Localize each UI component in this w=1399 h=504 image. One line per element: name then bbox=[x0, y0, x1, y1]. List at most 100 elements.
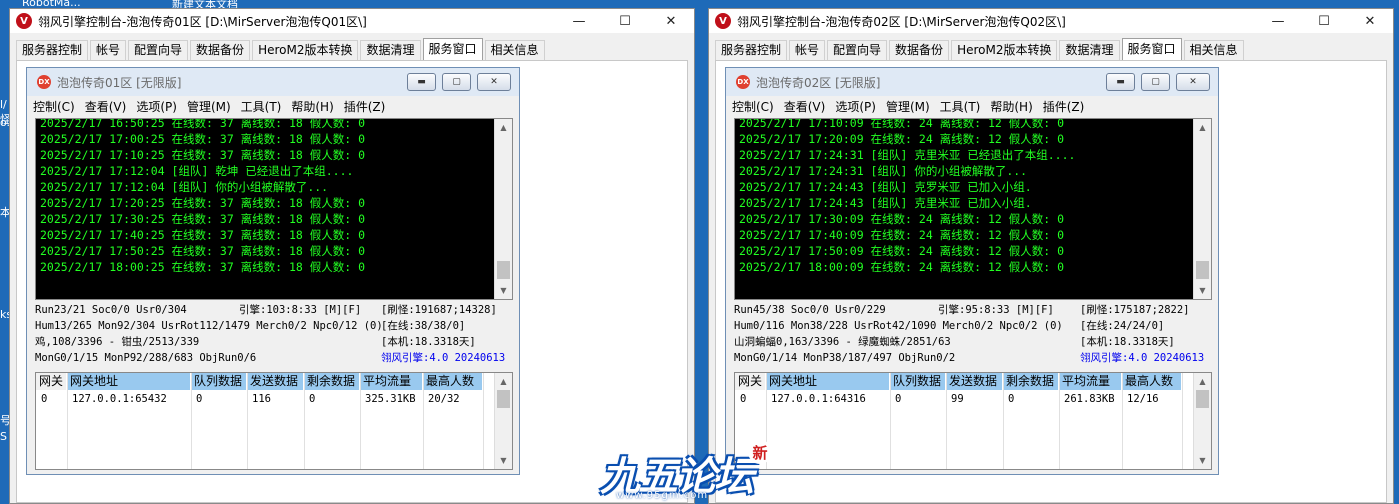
table-row[interactable]: 0 127.0.0.1:64316 0 99 0 261.83KB 12/16 bbox=[735, 391, 1182, 408]
tab-account[interactable]: 帐号 bbox=[90, 40, 127, 60]
inner-minimize-button[interactable]: ▬ bbox=[407, 73, 436, 91]
inner-close-button[interactable]: ✕ bbox=[1176, 73, 1210, 91]
scroll-thumb[interactable] bbox=[1196, 261, 1209, 279]
tab-data-cleanup[interactable]: 数据清理 bbox=[360, 40, 421, 60]
grid-header-sent[interactable]: 发送数据 bbox=[946, 373, 1003, 390]
menu-control[interactable]: 控制(C) bbox=[33, 98, 75, 115]
log-line: 2025/2/17 17:50:09 在线数: 24 离线数: 12 假人数: … bbox=[739, 244, 1065, 258]
minimize-button[interactable]: — bbox=[1255, 9, 1301, 33]
grid-header-max-users[interactable]: 最高人数 bbox=[1122, 373, 1182, 390]
tab-service-window[interactable]: 服务窗口 bbox=[422, 38, 483, 60]
log-line: 2025/2/17 17:12:04 [组队] 你的小组被解散了... bbox=[40, 180, 329, 194]
maximize-button[interactable]: ☐ bbox=[1301, 9, 1347, 33]
window-titlebar[interactable]: V 翎风引擎控制台-泡泡传奇02区 [D:\MirServer泡泡传Q02区\]… bbox=[709, 9, 1393, 33]
forum-watermark: 九五论坛 www.95gm.com 新 bbox=[600, 440, 780, 504]
status-hum: Hum0/116 Mon38/228 UsrRot42/1090 Merch0/… bbox=[734, 320, 1063, 332]
grid-scrollbar[interactable]: ▲ ▼ bbox=[494, 373, 512, 469]
grid-header-address[interactable]: 网关地址 bbox=[67, 373, 191, 390]
tab-server-control[interactable]: 服务器控制 bbox=[16, 40, 89, 60]
grid-header-queue[interactable]: 队列数据 bbox=[191, 373, 247, 390]
menu-plugins[interactable]: 插件(Z) bbox=[344, 98, 386, 115]
log-line: 2025/2/17 17:20:25 在线数: 37 离线数: 18 假人数: … bbox=[40, 196, 366, 210]
cell-queue: 0 bbox=[895, 393, 902, 405]
log-console[interactable]: 2025/2/17 17:10:09 在线数: 24 离线数: 12 假人数: … bbox=[734, 118, 1212, 300]
grid-header-remaining[interactable]: 剩余数据 bbox=[1003, 373, 1059, 390]
scroll-down-arrow-icon[interactable]: ▼ bbox=[1194, 452, 1211, 469]
grid-header-gateway[interactable]: 网关 bbox=[735, 373, 766, 390]
scroll-thumb[interactable] bbox=[497, 261, 510, 279]
scroll-thumb[interactable] bbox=[1196, 390, 1209, 408]
menu-manage[interactable]: 管理(M) bbox=[187, 98, 231, 115]
status-monster: 山洞蝙蝠0,163/3396 - 绿魔蜘蛛/2851/63 bbox=[734, 336, 951, 348]
menu-options[interactable]: 选项(P) bbox=[136, 98, 177, 115]
log-line: 2025/2/17 17:24:31 [组队] 克里米亚 已经退出了本组.... bbox=[739, 148, 1076, 162]
gateway-grid[interactable]: 网关 网关地址 队列数据 发送数据 剩余数据 平均流量 最高人数 0 127.0… bbox=[35, 372, 513, 470]
server-window-titlebar[interactable]: DX 泡泡传奇01区 [无限版] ▬ ▢ ✕ bbox=[27, 68, 519, 96]
close-button[interactable]: ✕ bbox=[648, 9, 694, 33]
tab-config-wizard[interactable]: 配置向导 bbox=[827, 40, 888, 60]
scroll-down-arrow-icon[interactable]: ▼ bbox=[1194, 282, 1211, 299]
inner-maximize-button[interactable]: ▢ bbox=[442, 73, 471, 91]
inner-minimize-button[interactable]: ▬ bbox=[1106, 73, 1135, 91]
inner-maximize-button[interactable]: ▢ bbox=[1141, 73, 1170, 91]
grid-header-max-users[interactable]: 最高人数 bbox=[423, 373, 483, 390]
minimize-button[interactable]: — bbox=[556, 9, 602, 33]
grid-scrollbar[interactable]: ▲ ▼ bbox=[1193, 373, 1211, 469]
menu-options[interactable]: 选项(P) bbox=[835, 98, 876, 115]
menu-manage[interactable]: 管理(M) bbox=[886, 98, 930, 115]
tab-account[interactable]: 帐号 bbox=[789, 40, 826, 60]
menu-tools[interactable]: 工具(T) bbox=[940, 98, 981, 115]
menu-control[interactable]: 控制(C) bbox=[732, 98, 774, 115]
grid-header-remaining[interactable]: 剩余数据 bbox=[304, 373, 360, 390]
scroll-thumb[interactable] bbox=[497, 390, 510, 408]
scroll-down-arrow-icon[interactable]: ▼ bbox=[495, 452, 512, 469]
menu-plugins[interactable]: 插件(Z) bbox=[1043, 98, 1085, 115]
tab-server-control[interactable]: 服务器控制 bbox=[715, 40, 788, 60]
menu-view[interactable]: 查看(V) bbox=[784, 98, 826, 115]
grid-header-row: 网关 网关地址 队列数据 发送数据 剩余数据 平均流量 最高人数 bbox=[36, 373, 483, 390]
window-title: 翎风引擎控制台-泡泡传奇01区 [D:\MirServer泡泡传Q01区\] bbox=[38, 14, 367, 29]
window-titlebar[interactable]: V 翎风引擎控制台-泡泡传奇01区 [D:\MirServer泡泡传Q01区\]… bbox=[10, 9, 694, 33]
log-console[interactable]: 2025/2/17 16:50:25 在线数: 37 离线数: 18 假人数: … bbox=[35, 118, 513, 300]
cell-gateway: 0 bbox=[41, 393, 48, 405]
grid-header-queue[interactable]: 队列数据 bbox=[890, 373, 946, 390]
menu-tools[interactable]: 工具(T) bbox=[241, 98, 282, 115]
grid-header-traffic[interactable]: 平均流量 bbox=[1059, 373, 1122, 390]
cell-sent: 116 bbox=[252, 393, 271, 405]
tab-herom2-convert[interactable]: HeroM2版本转换 bbox=[951, 40, 1058, 60]
close-button[interactable]: ✕ bbox=[1347, 9, 1393, 33]
menu-help[interactable]: 帮助(H) bbox=[990, 98, 1032, 115]
dx-logo-icon: DX bbox=[736, 75, 750, 89]
grid-header-sent[interactable]: 发送数据 bbox=[247, 373, 304, 390]
console-window-01: V 翎风引擎控制台-泡泡传奇01区 [D:\MirServer泡泡传Q01区\]… bbox=[9, 8, 695, 504]
scroll-down-arrow-icon[interactable]: ▼ bbox=[495, 282, 512, 299]
log-line: 2025/2/17 16:50:25 在线数: 37 离线数: 18 假人数: … bbox=[40, 118, 366, 130]
grid-header-gateway[interactable]: 网关 bbox=[36, 373, 67, 390]
server-window-titlebar[interactable]: DX 泡泡传奇02区 [无限版] ▬ ▢ ✕ bbox=[726, 68, 1218, 96]
maximize-button[interactable]: ☐ bbox=[602, 9, 648, 33]
scroll-up-arrow-icon[interactable]: ▲ bbox=[495, 373, 512, 390]
menu-view[interactable]: 查看(V) bbox=[85, 98, 127, 115]
table-row[interactable]: 0 127.0.0.1:65432 0 116 0 325.31KB 20/32 bbox=[36, 391, 483, 408]
menu-help[interactable]: 帮助(H) bbox=[291, 98, 333, 115]
tab-service-window[interactable]: 服务窗口 bbox=[1121, 38, 1182, 60]
grid-header-traffic[interactable]: 平均流量 bbox=[360, 373, 423, 390]
log-scrollbar[interactable]: ▲ ▼ bbox=[494, 119, 512, 299]
grid-header-address[interactable]: 网关地址 bbox=[766, 373, 890, 390]
tab-strip: 服务器控制 帐号 配置向导 数据备份 HeroM2版本转换 数据清理 服务窗口 … bbox=[715, 38, 1246, 60]
tab-about[interactable]: 相关信息 bbox=[1183, 40, 1244, 60]
scroll-up-arrow-icon[interactable]: ▲ bbox=[1194, 373, 1211, 390]
scroll-up-arrow-icon[interactable]: ▲ bbox=[1194, 119, 1211, 136]
status-mong: MonG0/1/14 MonP38/187/497 ObjRun0/2 bbox=[734, 352, 956, 364]
cell-sent: 99 bbox=[951, 393, 964, 405]
tab-herom2-convert[interactable]: HeroM2版本转换 bbox=[252, 40, 359, 60]
tab-about[interactable]: 相关信息 bbox=[484, 40, 545, 60]
tab-data-backup[interactable]: 数据备份 bbox=[190, 40, 251, 60]
tab-data-cleanup[interactable]: 数据清理 bbox=[1059, 40, 1120, 60]
tab-data-backup[interactable]: 数据备份 bbox=[889, 40, 950, 60]
gateway-grid[interactable]: 网关 网关地址 队列数据 发送数据 剩余数据 平均流量 最高人数 0 127.0… bbox=[734, 372, 1212, 470]
log-scrollbar[interactable]: ▲ ▼ bbox=[1193, 119, 1211, 299]
inner-close-button[interactable]: ✕ bbox=[477, 73, 511, 91]
scroll-up-arrow-icon[interactable]: ▲ bbox=[495, 119, 512, 136]
tab-config-wizard[interactable]: 配置向导 bbox=[128, 40, 189, 60]
